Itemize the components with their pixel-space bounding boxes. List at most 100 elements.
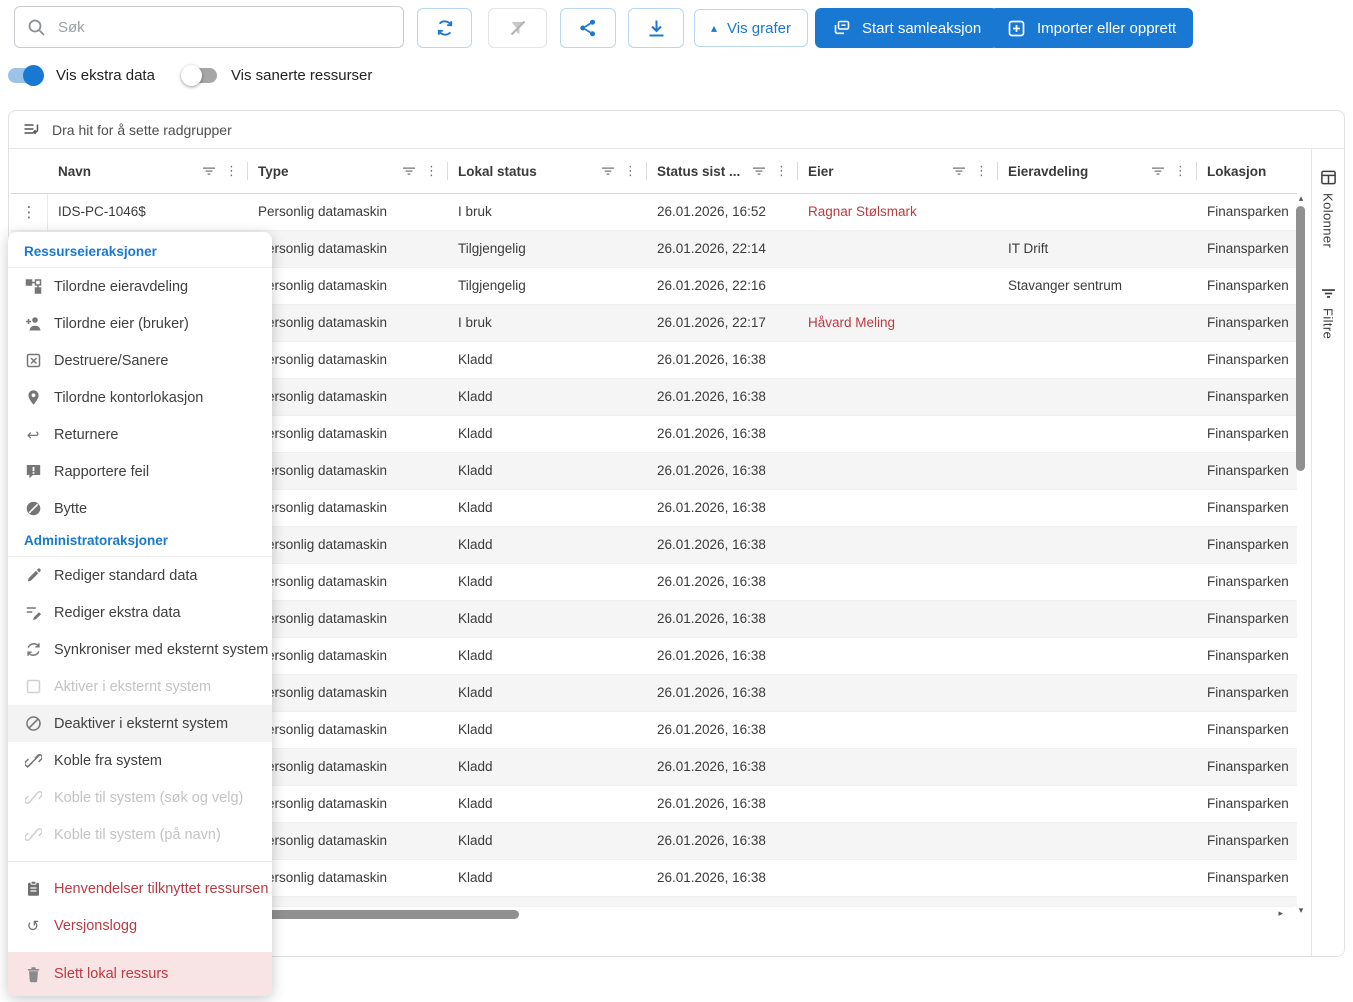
- cell-lokasjon: Finansparken: [1197, 453, 1297, 489]
- cell-eier[interactable]: Ragnar Stølsmark: [798, 194, 998, 230]
- column-filter-icon[interactable]: [202, 164, 216, 178]
- menu-item[interactable]: ↩Returnere: [8, 416, 272, 453]
- cell-lokal-status: Kladd: [448, 601, 647, 637]
- column-filter-icon[interactable]: [601, 164, 615, 178]
- grid-header: Navn⋮ Type⋮ Lokal status⋮ Status sist ..…: [11, 149, 1297, 194]
- menu-item-label: Koble til system (på navn): [54, 827, 221, 843]
- menu-item[interactable]: Destruere/Sanere: [8, 342, 272, 379]
- filter-icon: [1321, 286, 1336, 301]
- cell-eier[interactable]: [798, 823, 998, 859]
- cell-type: Personlig datamaskin: [248, 712, 448, 748]
- download-button[interactable]: [628, 8, 684, 48]
- cell-eieravdeling: [998, 638, 1197, 674]
- column-menu-icon[interactable]: ⋮: [775, 164, 788, 179]
- column-filter-icon[interactable]: [1151, 164, 1165, 178]
- menu-item[interactable]: ↺Versjonslogg: [8, 907, 272, 944]
- cell-lokal-status: Kladd: [448, 453, 647, 489]
- refresh-button[interactable]: [417, 8, 472, 48]
- vertical-scroll-thumb[interactable]: [1296, 206, 1305, 471]
- sync-icon: [24, 641, 42, 658]
- cell-eier[interactable]: [798, 342, 998, 378]
- tab-kolonner[interactable]: Kolonner: [1320, 169, 1337, 248]
- row-menu-icon[interactable]: ⋮: [11, 194, 48, 230]
- menu-item-label: Tilordne eier (bruker): [54, 316, 189, 332]
- cell-eier[interactable]: [798, 231, 998, 267]
- cell-eier[interactable]: [798, 490, 998, 526]
- cell-navn: IDS-PC-1046$: [48, 194, 248, 230]
- cell-eier[interactable]: [798, 638, 998, 674]
- toggle-switch[interactable]: Vis ekstra data: [8, 67, 155, 84]
- search-input-wrap: [14, 6, 404, 48]
- menu-item[interactable]: Bytte: [8, 490, 272, 527]
- menu-item[interactable]: Deaktiver i eksternt system: [8, 705, 272, 742]
- menu-item[interactable]: Rediger ekstra data: [8, 594, 272, 631]
- cell-eier[interactable]: [798, 268, 998, 304]
- cell-eieravdeling: [998, 564, 1197, 600]
- cell-eier[interactable]: [798, 379, 998, 415]
- cell-eier[interactable]: [798, 860, 998, 896]
- column-header-eier[interactable]: Eier⋮: [798, 149, 998, 193]
- menu-item[interactable]: Slett lokal ressurs: [8, 952, 272, 996]
- menu-item[interactable]: Koble fra system: [8, 742, 272, 779]
- cell-lokasjon: Finansparken: [1197, 786, 1297, 822]
- menu-item[interactable]: Tilordne eier (bruker): [8, 305, 272, 342]
- column-filter-icon[interactable]: [402, 164, 416, 178]
- cell-eier[interactable]: [798, 786, 998, 822]
- import-create-button[interactable]: Importer eller opprett: [990, 8, 1193, 48]
- cell-eieravdeling: [998, 860, 1197, 896]
- menu-item[interactable]: Synkroniser med eksternt system: [8, 631, 272, 668]
- search-input[interactable]: [56, 18, 391, 37]
- column-header-navn[interactable]: Navn⋮: [48, 149, 248, 193]
- cell-lokal-status: Kladd: [448, 786, 647, 822]
- scroll-right-icon[interactable]: ▸: [1278, 909, 1283, 919]
- link-icon: [24, 826, 42, 843]
- column-header-eieravdeling[interactable]: Eieravdeling⋮: [998, 149, 1197, 193]
- cell-lokasjon: Finansparken: [1197, 490, 1297, 526]
- column-filter-icon[interactable]: [952, 164, 966, 178]
- cell-eier[interactable]: [798, 712, 998, 748]
- menu-item[interactable]: Rapportere feil: [8, 453, 272, 490]
- toggle-switch[interactable]: Vis sanerte ressurser: [183, 67, 372, 84]
- menu-item[interactable]: Rediger standard data: [8, 557, 272, 594]
- cell-eier[interactable]: Håvard Meling: [798, 305, 998, 341]
- column-menu-icon[interactable]: ⋮: [624, 164, 637, 179]
- column-header-type[interactable]: Type⋮: [248, 149, 448, 193]
- user-plus-icon: [24, 315, 42, 332]
- table-row[interactable]: ⋮ IDS-PC-1046$ Personlig datamaskin I br…: [11, 194, 1297, 231]
- cell-lokal-status: I bruk: [448, 305, 647, 341]
- scroll-down-icon[interactable]: ▾: [1295, 906, 1307, 916]
- cell-type: Personlig datamaskin: [248, 675, 448, 711]
- menu-item-label: Rediger ekstra data: [54, 605, 181, 621]
- column-header-status-sist[interactable]: Status sist ...⋮: [647, 149, 798, 193]
- cell-eier[interactable]: [798, 453, 998, 489]
- cell-type: Personlig datamaskin: [248, 268, 448, 304]
- share-button[interactable]: [560, 8, 616, 48]
- column-header-lokasjon[interactable]: Lokasjon: [1197, 149, 1297, 193]
- column-menu-icon[interactable]: ⋮: [425, 164, 438, 179]
- cell-eier[interactable]: [798, 749, 998, 785]
- menu-item[interactable]: Tilordne eieravdeling: [8, 268, 272, 305]
- column-menu-icon[interactable]: ⋮: [975, 164, 988, 179]
- row-group-dropzone[interactable]: Dra hit for å sette radgrupper: [9, 111, 1344, 149]
- cell-eier[interactable]: [798, 564, 998, 600]
- org-chart-icon: [24, 278, 42, 295]
- cell-eier[interactable]: [798, 675, 998, 711]
- cell-eier[interactable]: [798, 416, 998, 452]
- scroll-up-icon[interactable]: ▴: [1295, 194, 1307, 204]
- column-filter-icon[interactable]: [752, 164, 766, 178]
- column-menu-icon[interactable]: ⋮: [225, 164, 238, 179]
- show-graphs-button[interactable]: ▴ Vis grafer: [694, 9, 808, 47]
- menu-item[interactable]: Henvendelser tilknyttet ressursen: [8, 870, 272, 907]
- column-header-lokal-status[interactable]: Lokal status⋮: [448, 149, 647, 193]
- column-menu-icon[interactable]: ⋮: [1174, 164, 1187, 179]
- cell-type: Personlig datamaskin: [248, 231, 448, 267]
- tab-filtre[interactable]: Filtre: [1321, 286, 1336, 339]
- menu-item[interactable]: Tilordne kontorlokasjon: [8, 379, 272, 416]
- cell-eieravdeling: [998, 490, 1197, 526]
- cell-eieravdeling: Stavanger sentrum: [998, 268, 1197, 304]
- cell-eier[interactable]: [798, 527, 998, 563]
- start-bulk-action-button[interactable]: Start samleaksjon: [815, 8, 998, 48]
- return-arrow-icon: ↩: [24, 426, 42, 444]
- cell-eier[interactable]: [798, 601, 998, 637]
- cell-type: Personlig datamaskin: [248, 823, 448, 859]
